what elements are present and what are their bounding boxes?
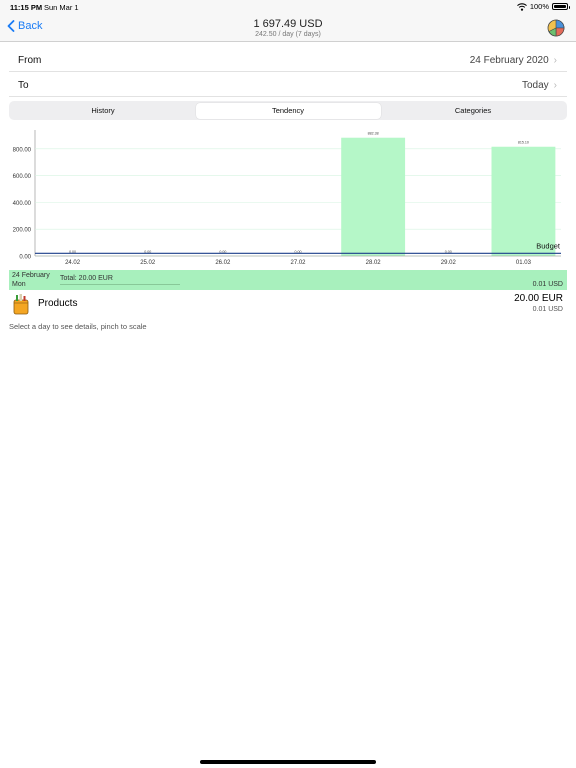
tab-categories[interactable]: Categories [381, 103, 566, 119]
selected-day-usd: 0.01 USD [532, 281, 563, 288]
battery-icon [552, 3, 570, 10]
from-label: From [18, 55, 42, 66]
x-tick-label: 29.02 [441, 260, 457, 266]
battery-percent: 100% [529, 2, 549, 11]
to-date: Today [521, 80, 549, 91]
y-tick-label: 200.00 [13, 228, 32, 234]
hint-text: Select a day to see details, pinch to sc… [9, 322, 147, 331]
product-amount-usd: 0.01 USD [532, 306, 563, 313]
home-indicator[interactable] [200, 760, 376, 764]
status-time: 11:15 PM [10, 3, 43, 12]
y-tick-label: 600.00 [13, 174, 32, 180]
product-amount: 20.00 EUR [514, 293, 563, 304]
status-date: Sun Mar 1 [44, 3, 79, 12]
status-right: 100% [516, 2, 570, 11]
to-row[interactable]: To Today › [9, 73, 567, 97]
bar [341, 137, 406, 256]
product-row[interactable]: Products 20.00 EUR 0.01 USD [9, 291, 567, 321]
shopping-bag-icon [13, 294, 29, 315]
status-bar: 11:15 PM Sun Mar 1 100% [0, 0, 576, 14]
x-tick-label: 25.02 [140, 260, 156, 266]
x-tick-label: 24.02 [65, 260, 81, 266]
to-value: Today › [522, 80, 557, 91]
product-name: Products [38, 298, 78, 309]
from-value: 24 February 2020 › [470, 55, 557, 66]
bar [491, 146, 556, 256]
pie-chart-icon[interactable] [547, 19, 565, 37]
page-subtitle: 242.50 / day (7 days) [255, 31, 321, 38]
tab-tendency[interactable]: Tendency [195, 102, 381, 119]
bar-value-label: 882.38 [368, 132, 379, 136]
tendency-chart[interactable]: 0.00 200.00 400.00 600.00 800.00 0.00 24.02 0.0… [9, 128, 567, 270]
selected-day-total: Total: 20.00 EUR [60, 275, 113, 282]
to-label: To [18, 80, 29, 91]
wifi-icon [516, 2, 527, 11]
budget-label: Budget [536, 241, 561, 250]
view-segmented-control: History Tendency Categories [9, 101, 567, 120]
chevron-right-icon: › [553, 55, 557, 66]
selected-day-progress [60, 284, 180, 285]
y-tick-label: 0.00 [19, 255, 31, 261]
x-tick-label: 27.02 [290, 260, 306, 266]
x-tick-label: 28.02 [366, 260, 382, 266]
from-date: 24 February 2020 [469, 55, 549, 66]
selected-day-band[interactable]: 24 February Mon Total: 20.00 EUR 0.01 US… [9, 270, 567, 290]
navigation-bar: Back 1 697.49 USD 242.50 / day (7 days) [0, 14, 576, 42]
x-tick-label: 01.03 [516, 260, 532, 266]
selected-day-date: 24 February [12, 272, 50, 279]
selected-day-weekday: Mon [12, 281, 26, 288]
bar-value-label: 815.10 [518, 141, 529, 145]
x-tick-label: 26.02 [215, 260, 231, 266]
from-row[interactable]: From 24 February 2020 › [9, 48, 567, 72]
chevron-right-icon: › [553, 80, 557, 91]
page-title: 1 697.49 USD [253, 18, 323, 30]
y-tick-label: 800.00 [13, 147, 32, 153]
tendency-chart-svg[interactable]: 0.00200.00400.00600.00800.000.0024.020.0… [9, 128, 567, 270]
y-tick-label: 400.00 [13, 201, 32, 207]
tab-history[interactable]: History [11, 103, 196, 119]
